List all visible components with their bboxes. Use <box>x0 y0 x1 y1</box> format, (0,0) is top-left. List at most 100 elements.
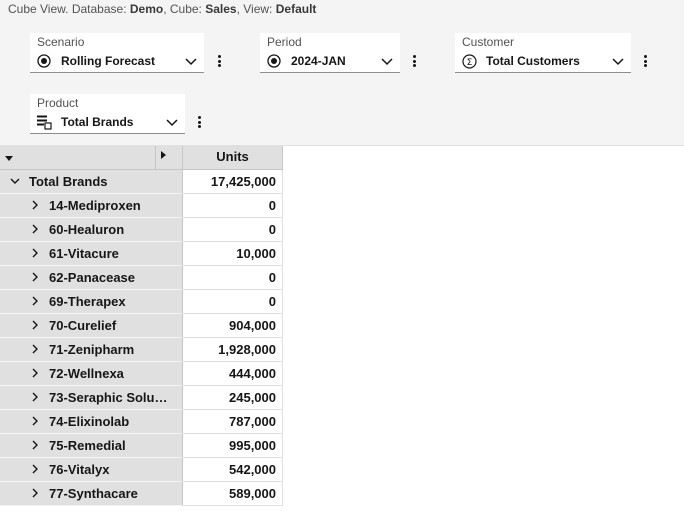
row-member-label: 14-Mediproxen <box>49 198 141 213</box>
scenario-value: Rolling Forecast <box>61 54 156 68</box>
radio-icon <box>266 53 282 69</box>
breadcrumb-view: Default <box>275 2 317 16</box>
row-header-corner[interactable] <box>0 146 183 170</box>
table-row: 62-Panacease 0 <box>0 266 283 290</box>
hierarchy-icon <box>36 114 52 130</box>
chevron-down-icon[interactable] <box>611 54 625 68</box>
period-selector[interactable]: Period 2024-JAN <box>260 33 400 73</box>
product-selector[interactable]: Product Total Brands <box>30 94 185 134</box>
row-member-label: 72-Wellnexa <box>49 366 124 381</box>
collapse-all-icon[interactable] <box>5 156 13 161</box>
radio-icon <box>36 53 52 69</box>
row-member-cell[interactable]: 73-Seraphic Solu… <box>0 386 183 410</box>
chevron-right-icon[interactable] <box>29 223 41 235</box>
row-member-label: 76-Vitalyx <box>49 462 110 477</box>
chevron-right-icon[interactable] <box>29 415 41 427</box>
product-overflow-menu-icon[interactable] <box>196 114 202 130</box>
table-row: 74-Elixinolab 787,000 <box>0 410 283 434</box>
chevron-down-icon[interactable] <box>9 175 21 187</box>
units-value-cell[interactable]: 245,000 <box>183 386 283 410</box>
row-member-label: 71-Zenipharm <box>49 342 135 357</box>
period-overflow-menu-icon[interactable] <box>411 53 417 69</box>
chevron-right-icon[interactable] <box>29 367 41 379</box>
svg-text:Σ: Σ <box>466 58 472 68</box>
chevron-down-icon[interactable] <box>184 54 198 68</box>
scenario-overflow-menu-icon[interactable] <box>216 53 222 69</box>
breadcrumb-cube-label: , Cube: <box>163 2 206 16</box>
units-value-cell[interactable]: 904,000 <box>183 314 283 338</box>
table-row: 77-Synthacare 589,000 <box>0 482 283 506</box>
units-value-cell[interactable]: 0 <box>183 266 283 290</box>
chevron-right-icon[interactable] <box>29 319 41 331</box>
product-value: Total Brands <box>61 115 134 129</box>
units-value-cell[interactable]: 1,928,000 <box>183 338 283 362</box>
row-member-cell[interactable]: Total Brands <box>0 170 183 194</box>
row-member-label: 74-Elixinolab <box>49 414 130 429</box>
row-member-cell[interactable]: 60-Healuron <box>0 218 183 242</box>
chevron-right-icon[interactable] <box>29 199 41 211</box>
breadcrumb-database: Demo <box>129 2 164 16</box>
row-member-label: 60-Healuron <box>49 222 125 237</box>
table-row: 69-Therapex 0 <box>0 290 283 314</box>
table-row: 76-Vitalyx 542,000 <box>0 458 283 482</box>
row-member-cell[interactable]: 69-Therapex <box>0 290 183 314</box>
row-member-label: Total Brands <box>29 174 108 189</box>
table-row: 70-Curelief 904,000 <box>0 314 283 338</box>
row-member-label: 69-Therapex <box>49 294 126 309</box>
customer-overflow-menu-icon[interactable] <box>642 53 648 69</box>
units-value-cell[interactable]: 787,000 <box>183 410 283 434</box>
table-row: 14-Mediproxen 0 <box>0 194 283 218</box>
units-value-cell[interactable]: 589,000 <box>183 482 283 506</box>
chevron-down-icon[interactable] <box>165 115 179 129</box>
row-member-cell[interactable]: 77-Synthacare <box>0 482 183 506</box>
chevron-down-icon[interactable] <box>380 54 394 68</box>
chevron-right-icon[interactable] <box>29 391 41 403</box>
chevron-right-icon[interactable] <box>29 271 41 283</box>
customer-selector[interactable]: Customer Σ Total Customers <box>455 33 631 73</box>
units-value-cell[interactable]: 17,425,000 <box>183 170 283 194</box>
row-member-cell[interactable]: 76-Vitalyx <box>0 458 183 482</box>
row-member-cell[interactable]: 14-Mediproxen <box>0 194 183 218</box>
row-member-cell[interactable]: 62-Panacease <box>0 266 183 290</box>
chevron-right-icon[interactable] <box>29 295 41 307</box>
row-member-cell[interactable]: 75-Remedial <box>0 434 183 458</box>
table-row: 71-Zenipharm 1,928,000 <box>0 338 283 362</box>
chevron-right-icon[interactable] <box>29 343 41 355</box>
table-row: 72-Wellnexa 444,000 <box>0 362 283 386</box>
units-value-cell[interactable]: 995,000 <box>183 434 283 458</box>
row-member-cell[interactable]: 61-Vitacure <box>0 242 183 266</box>
row-member-label: 61-Vitacure <box>49 246 119 261</box>
units-value-cell[interactable]: 0 <box>183 218 283 242</box>
customer-value: Total Customers <box>486 54 580 68</box>
header-divider <box>155 146 156 169</box>
chevron-right-icon[interactable] <box>29 439 41 451</box>
breadcrumb-view-label: , View: <box>236 2 276 16</box>
customer-label: Customer <box>462 35 515 49</box>
product-label: Product <box>37 96 79 110</box>
breadcrumb: Cube View. Database: Demo, Cube: Sales, … <box>8 2 316 16</box>
scenario-selector[interactable]: Scenario Rolling Forecast <box>30 33 204 73</box>
units-value-cell[interactable]: 444,000 <box>183 362 283 386</box>
row-member-cell[interactable]: 71-Zenipharm <box>0 338 183 362</box>
row-member-label: 75-Remedial <box>49 438 126 453</box>
units-value-cell[interactable]: 0 <box>183 290 283 314</box>
units-value-cell[interactable]: 542,000 <box>183 458 283 482</box>
row-member-cell[interactable]: 74-Elixinolab <box>0 410 183 434</box>
row-member-label: 62-Panacease <box>49 270 136 285</box>
chevron-right-icon[interactable] <box>29 463 41 475</box>
row-member-cell[interactable]: 70-Curelief <box>0 314 183 338</box>
units-value-cell[interactable]: 0 <box>183 194 283 218</box>
column-header-units[interactable]: Units <box>183 146 283 170</box>
period-label: Period <box>267 35 302 49</box>
toolbar-area: Cube View. Database: Demo, Cube: Sales, … <box>0 0 684 146</box>
row-member-cell[interactable]: 72-Wellnexa <box>0 362 183 386</box>
chevron-right-icon[interactable] <box>29 247 41 259</box>
expand-columns-icon[interactable] <box>161 151 166 159</box>
chevron-right-icon[interactable] <box>29 487 41 499</box>
units-value-cell[interactable]: 10,000 <box>183 242 283 266</box>
row-member-label: 70-Curelief <box>49 318 117 333</box>
table-row: 61-Vitacure 10,000 <box>0 242 283 266</box>
row-member-label: 77-Synthacare <box>49 486 138 501</box>
table-row: 73-Seraphic Solu… 245,000 <box>0 386 283 410</box>
table-row: 60-Healuron 0 <box>0 218 283 242</box>
